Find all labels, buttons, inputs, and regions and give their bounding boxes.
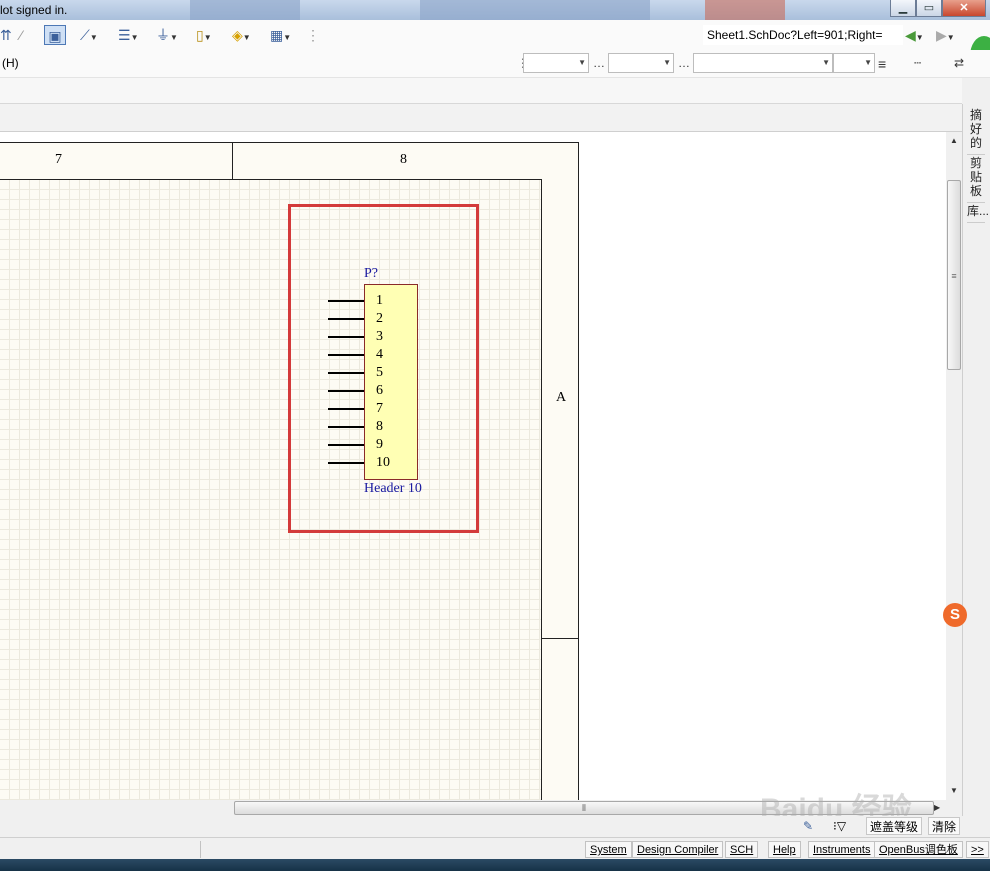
filter-bar: ✎ ⁝▽ 遮盖等级 清除 bbox=[0, 816, 990, 836]
status-panel-help[interactable]: Help bbox=[768, 841, 801, 858]
row-divider bbox=[542, 638, 579, 639]
separator-icon: ⋮ bbox=[306, 27, 320, 43]
status-panel-sch[interactable]: SCH bbox=[725, 841, 759, 858]
status-bar: System Design Compiler SCH Help Instrume… bbox=[0, 837, 990, 859]
status-panel-system[interactable]: System bbox=[585, 841, 632, 858]
pin-number: 3 bbox=[376, 329, 383, 344]
back-icon[interactable]: ◀▼ bbox=[905, 25, 924, 45]
zone-divider bbox=[232, 143, 233, 179]
document-tab-bar bbox=[0, 104, 962, 132]
pin-number: 10 bbox=[376, 455, 390, 470]
pin-number: 8 bbox=[376, 419, 383, 434]
pencil-icon[interactable]: ✎ bbox=[800, 817, 816, 835]
pin-line[interactable] bbox=[328, 426, 364, 428]
pin-number: 7 bbox=[376, 401, 383, 416]
swap-icon[interactable]: ⇄ bbox=[954, 56, 964, 70]
zone-label: 8 bbox=[400, 152, 407, 167]
window-controls: ▁ ▭ ✕ bbox=[890, 0, 986, 18]
maximize-button[interactable]: ▭ bbox=[916, 0, 942, 17]
pin-line[interactable] bbox=[328, 300, 364, 302]
arrange-icon[interactable]: ⇈ bbox=[0, 25, 12, 45]
inspect-icon[interactable]: ▣ bbox=[44, 25, 66, 45]
side-panel-tabs: 摘好的 剪贴板 库... bbox=[962, 104, 990, 816]
status-panel-design-compiler[interactable]: Design Compiler bbox=[632, 841, 724, 858]
pin-line[interactable] bbox=[328, 390, 364, 392]
status-panel-instruments[interactable]: Instruments bbox=[808, 841, 876, 858]
panel-tab[interactable]: 剪贴板 bbox=[967, 156, 985, 203]
pin-line[interactable] bbox=[328, 372, 364, 374]
port-icon[interactable]: ◈▼ bbox=[232, 25, 251, 45]
pin-number: 6 bbox=[376, 383, 383, 398]
status-panel-openbus[interactable]: OpenBus调色板 bbox=[874, 841, 963, 858]
scroll-down-icon[interactable]: ▼ bbox=[950, 786, 958, 795]
scroll-right-icon[interactable]: ▶ bbox=[934, 803, 940, 812]
wire-tool-icon[interactable]: ⟋▼ bbox=[80, 25, 98, 45]
pin-number: 5 bbox=[376, 365, 383, 380]
schematic-canvas[interactable]: 7 8 A P? 1 2 3 4 5 6 7 8 9 10 Header 10 bbox=[0, 132, 946, 800]
blurred-tab[interactable] bbox=[705, 0, 785, 20]
status-more-button[interactable]: >> bbox=[966, 841, 989, 858]
blurred-tab[interactable] bbox=[420, 0, 650, 20]
vertical-scrollbar[interactable]: ▲ ≡ ▼ bbox=[946, 132, 962, 800]
toolbar-strip bbox=[0, 78, 962, 104]
pin-number: 1 bbox=[376, 293, 383, 308]
scroll-up-icon[interactable]: ▲ bbox=[950, 136, 958, 145]
status-divider bbox=[200, 841, 201, 858]
bus-tool-icon[interactable]: ☰▼ bbox=[118, 25, 138, 45]
close-button[interactable]: ✕ bbox=[942, 0, 986, 17]
forward-icon[interactable]: ▶▼ bbox=[936, 25, 955, 45]
panel-tab[interactable]: 库... bbox=[967, 204, 989, 223]
address-field[interactable]: Sheet1.SchDoc?Left=901;Right= bbox=[703, 25, 903, 45]
wand-icon[interactable]: ⁄ bbox=[20, 25, 22, 45]
window-title: lot signed in. bbox=[0, 3, 68, 17]
more-icon[interactable]: … bbox=[593, 56, 605, 70]
style-combo[interactable]: ▼ bbox=[693, 53, 833, 73]
more-icon[interactable]: … bbox=[678, 56, 690, 70]
component-icon[interactable]: ▯▼ bbox=[196, 25, 212, 45]
width-combo[interactable]: ▼ bbox=[833, 53, 875, 73]
help-menu[interactable]: (H) bbox=[2, 56, 19, 70]
os-taskbar bbox=[0, 859, 990, 871]
pin-number: 4 bbox=[376, 347, 383, 362]
pin-line[interactable] bbox=[328, 318, 364, 320]
pin-line[interactable] bbox=[328, 336, 364, 338]
title-bar: lot signed in. ▁ ▭ ✕ bbox=[0, 0, 990, 20]
line-style-icon[interactable]: ≡ bbox=[878, 56, 886, 72]
pin-line[interactable] bbox=[328, 408, 364, 410]
pin-line[interactable] bbox=[328, 444, 364, 446]
pin-line[interactable] bbox=[328, 354, 364, 356]
component-designator[interactable]: P? bbox=[364, 266, 378, 282]
font-combo[interactable]: ▼ bbox=[523, 53, 589, 73]
size-combo[interactable]: ▼ bbox=[608, 53, 674, 73]
component-comment[interactable]: Header 10 bbox=[364, 481, 422, 497]
header-component-body[interactable] bbox=[364, 284, 418, 480]
blurred-tab[interactable] bbox=[190, 0, 300, 20]
minimize-button[interactable]: ▁ bbox=[890, 0, 916, 17]
row-label: A bbox=[556, 390, 567, 405]
pin-line[interactable] bbox=[328, 462, 364, 464]
format-toolbar: (H) ⋮ ▼ … ▼ … ▼ ▼ ≡ ┄ ⇄ bbox=[0, 50, 990, 78]
vertical-scroll-thumb[interactable]: ≡ bbox=[947, 180, 961, 370]
pin-number: 9 bbox=[376, 437, 383, 452]
ground-icon[interactable]: ⏚▼ bbox=[156, 25, 178, 45]
zone-label: 7 bbox=[55, 152, 62, 167]
grid-icon[interactable]: ▦▼ bbox=[270, 25, 291, 45]
clear-button[interactable]: 清除 bbox=[928, 817, 961, 835]
dash-style-icon[interactable]: ┄ bbox=[914, 56, 921, 70]
input-method-icon[interactable]: S bbox=[943, 603, 967, 627]
mask-level-button[interactable]: 遮盖等级 bbox=[866, 817, 923, 835]
panel-tab[interactable]: 摘好的 bbox=[967, 108, 985, 155]
pin-number: 2 bbox=[376, 311, 383, 326]
filter-icon[interactable]: ⁝▽ bbox=[830, 817, 849, 835]
